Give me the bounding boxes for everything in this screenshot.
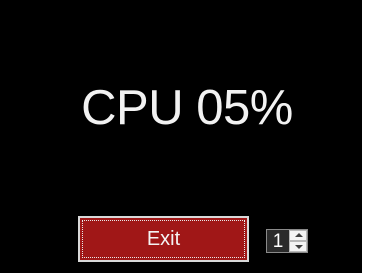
chevron-up-icon [295, 233, 303, 237]
spinner-value[interactable]: 1 [267, 230, 289, 252]
spin-up-button[interactable] [289, 230, 307, 241]
monitor-window: CPU 05% Exit 1 [0, 0, 362, 273]
window-edge [362, 0, 366, 273]
interval-spinner[interactable]: 1 [266, 229, 308, 253]
chevron-down-icon [295, 245, 303, 249]
spin-down-button[interactable] [289, 241, 307, 252]
exit-button[interactable]: Exit [78, 216, 249, 262]
spinner-buttons [289, 230, 307, 252]
cpu-usage-readout: CPU 05% [81, 81, 293, 135]
